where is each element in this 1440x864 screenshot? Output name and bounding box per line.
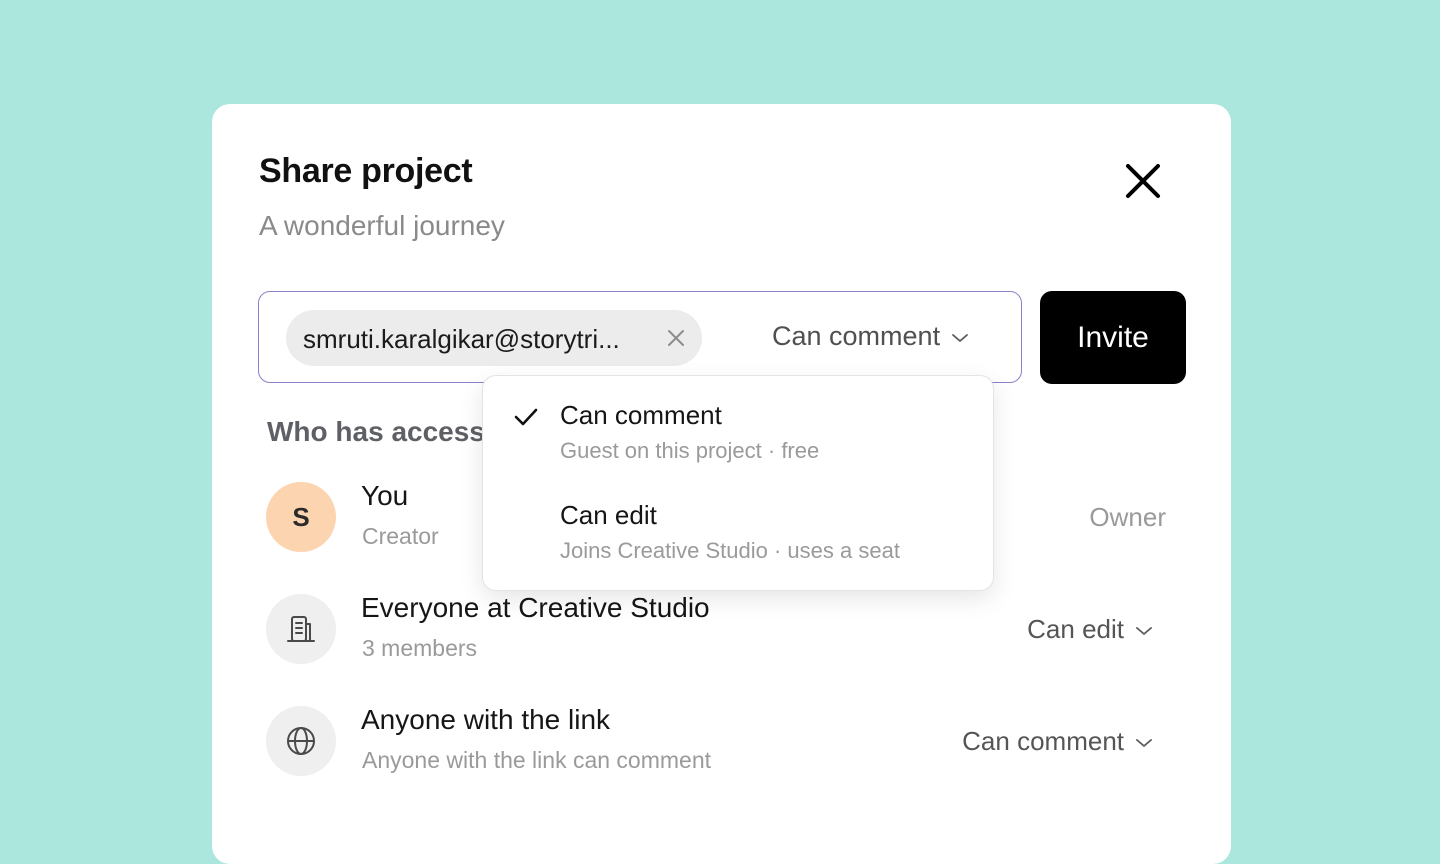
role-option-description: Joins Creative Studio · uses a seat (560, 538, 900, 563)
owner-role-label: Owner (1089, 502, 1166, 532)
access-row-link: Anyone with the link Anyone with the lin… (266, 704, 1176, 776)
access-section-label: Who has access (267, 416, 485, 447)
member-name: Anyone with the link (361, 704, 611, 735)
chevron-down-icon (1136, 739, 1152, 748)
workspace-role-label: Can edit (1027, 614, 1124, 644)
email-chip: smruti.karalgikar@storytri... (286, 310, 702, 366)
access-row-workspace: Everyone at Creative Studio 3 members Ca… (266, 592, 1176, 664)
link-role-label: Can comment (962, 726, 1124, 756)
role-option-label: Can edit (560, 500, 657, 530)
role-dropdown-menu: Can comment Guest on this project · free… (482, 375, 994, 591)
chevron-down-icon (1136, 627, 1152, 636)
chevron-down-icon (952, 333, 968, 342)
member-name: Everyone at Creative Studio (361, 592, 710, 623)
role-option-label: Can comment (560, 400, 722, 430)
invite-email-field[interactable]: smruti.karalgikar@storytri... Can commen… (258, 291, 1022, 383)
dialog-title: Share project (259, 152, 473, 190)
role-option-can-edit[interactable]: Can edit Joins Creative Studio · uses a … (483, 476, 993, 576)
dialog-subtitle: A wonderful journey (259, 210, 505, 241)
invite-role-label: Can comment (772, 321, 941, 351)
avatar: S (266, 482, 336, 552)
invite-role-select[interactable]: Can comment (772, 321, 970, 352)
invite-button[interactable]: Invite (1040, 291, 1186, 384)
workspace-role-select[interactable]: Can edit (1027, 614, 1154, 645)
member-subtitle: Creator (362, 523, 439, 549)
checkmark-icon (514, 408, 538, 426)
role-option-can-comment[interactable]: Can comment Guest on this project · free (483, 376, 993, 476)
member-subtitle: Anyone with the link can comment (362, 747, 712, 773)
globe-icon (266, 706, 336, 776)
remove-chip-icon[interactable] (664, 326, 688, 350)
link-role-select[interactable]: Can comment (962, 726, 1154, 757)
member-name: You (361, 480, 409, 511)
member-subtitle: 3 members (362, 635, 478, 661)
role-option-description: Guest on this project · free (560, 438, 820, 463)
building-icon (266, 594, 336, 664)
email-chip-label: smruti.karalgikar@storytri... (303, 324, 620, 354)
close-icon[interactable] (1122, 160, 1164, 202)
